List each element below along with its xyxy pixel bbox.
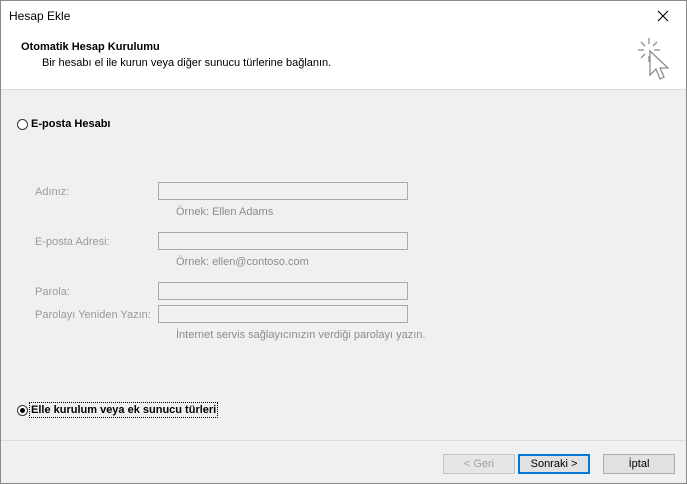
name-hint: Örnek: Ellen Adams xyxy=(176,206,274,218)
password-hint: İnternet servis sağlayıcınızın verdiği p… xyxy=(176,329,426,341)
email-account-radio[interactable] xyxy=(17,118,28,130)
manual-setup-option[interactable]: Elle kurulum veya ek sunucu türleri xyxy=(17,402,219,418)
name-label: Adınız: xyxy=(35,186,70,198)
next-button[interactable]: Sonraki > xyxy=(518,454,590,474)
password-input[interactable] xyxy=(158,282,408,300)
header-subtitle: Bir hesabı el ile kurun veya diğer sunuc… xyxy=(42,57,332,69)
add-account-dialog: Hesap Ekle Otomatik Hesap Kurulumu Bir h… xyxy=(0,0,687,484)
wizard-header: Otomatik Hesap Kurulumu Bir hesabı el il… xyxy=(1,31,686,90)
window-title: Hesap Ekle xyxy=(9,9,71,23)
manual-setup-label: Elle kurulum veya ek sunucu türleri xyxy=(28,402,219,418)
password-confirm-label: Parolayı Yeniden Yazın: xyxy=(35,309,151,321)
wizard-footer: < Geri Sonraki > İptal xyxy=(1,440,686,483)
wizard-body: E-posta Hesabı Adınız: Örnek: Ellen Adam… xyxy=(1,90,686,440)
cancel-button[interactable]: İptal xyxy=(603,454,675,474)
email-hint: Örnek: ellen@contoso.com xyxy=(176,256,309,268)
close-button[interactable] xyxy=(640,1,686,31)
header-title: Otomatik Hesap Kurulumu xyxy=(21,41,160,53)
name-input[interactable] xyxy=(158,182,408,200)
email-input[interactable] xyxy=(158,232,408,250)
close-icon xyxy=(657,10,669,22)
email-account-option[interactable]: E-posta Hesabı xyxy=(17,118,110,130)
password-confirm-input[interactable] xyxy=(158,305,408,323)
back-button[interactable]: < Geri xyxy=(443,454,515,474)
cursor-click-icon xyxy=(638,38,670,80)
password-label: Parola: xyxy=(35,286,70,298)
title-bar: Hesap Ekle xyxy=(1,1,686,31)
email-label: E-posta Adresi: xyxy=(35,236,110,248)
manual-setup-radio[interactable] xyxy=(17,404,28,416)
email-account-label: E-posta Hesabı xyxy=(31,118,111,130)
